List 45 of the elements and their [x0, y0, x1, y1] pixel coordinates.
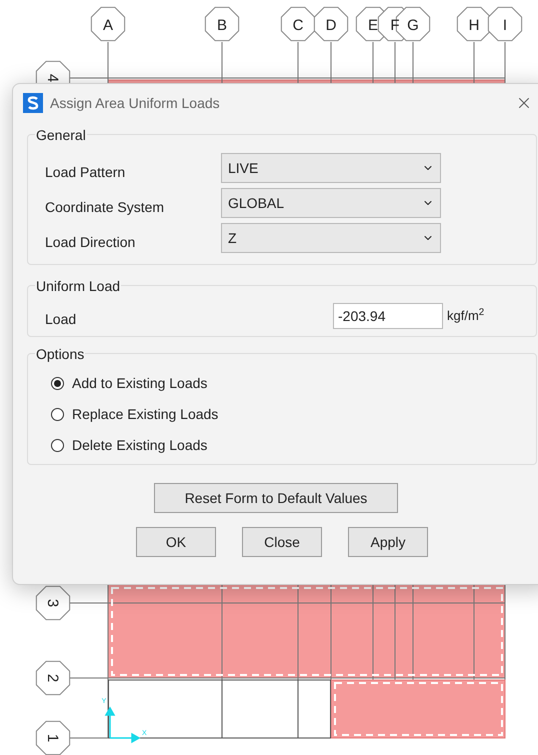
grid-label: I [502, 17, 508, 34]
app-logo-icon [23, 93, 43, 113]
field-label: Load Direction [45, 232, 136, 252]
dropdown[interactable]: LIVE [221, 153, 441, 183]
dropdown[interactable]: GLOBAL [221, 188, 441, 218]
window-title: Assign Area Uniform Loads [50, 94, 220, 113]
dialog-button[interactable]: Apply [348, 527, 428, 557]
grid-label: 1 [44, 734, 61, 742]
grid-bubble [280, 6, 316, 42]
group-title: General [35, 127, 87, 143]
grid-label: E [368, 17, 378, 34]
grid-label: G [407, 17, 419, 34]
load-input-field[interactable]: -203.94 [333, 302, 443, 328]
grid-bubble [456, 6, 492, 42]
grid-bubble [204, 6, 240, 42]
grid-label: A [103, 17, 113, 34]
grid-label: 4 [44, 74, 61, 82]
grid-label: 2 [44, 674, 61, 682]
grid-bubble [90, 6, 126, 42]
grid-bubble [314, 6, 348, 42]
grid-label: D [326, 17, 336, 34]
radio-option[interactable]: Delete Existing Loads [51, 435, 208, 456]
radio-button[interactable] [51, 439, 64, 452]
radio-option[interactable]: Add to Existing Loads [51, 373, 208, 394]
field-label: Load [45, 310, 78, 329]
radio-button[interactable] [51, 377, 64, 390]
dialog-button[interactable]: OK [136, 527, 216, 557]
field-label: Load Pattern [45, 162, 126, 182]
grid-label: H [468, 17, 480, 34]
axis-arrows-icon [104, 706, 141, 744]
grid-label: C [292, 17, 304, 34]
unit-label: kgf/m$^{2}$ [447, 306, 484, 325]
dropdown[interactable]: Z [221, 223, 441, 253]
grid-bubble [36, 660, 70, 696]
reset-button[interactable]: Reset Form to Default Values [154, 483, 398, 513]
field-label: Coordinate System [45, 198, 166, 217]
grid-label: 3 [44, 598, 61, 608]
group-title: Options [35, 346, 86, 362]
radio-option[interactable]: Replace Existing Loads [51, 404, 218, 425]
grid-label: F [390, 17, 400, 34]
group-title: Uniform Load [35, 278, 122, 294]
grid-bubble [488, 6, 522, 42]
grid-label: B [217, 17, 227, 34]
radio-button[interactable] [51, 408, 64, 421]
dialog-button[interactable]: Close [242, 527, 322, 557]
